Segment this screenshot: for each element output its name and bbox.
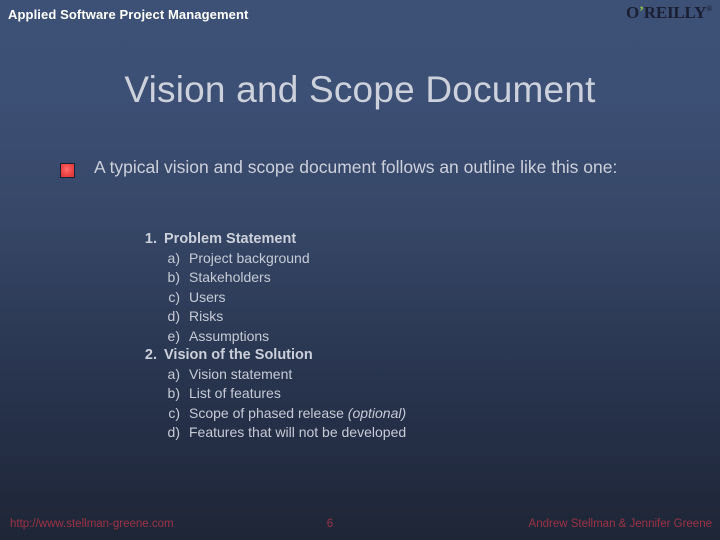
- book-title: Applied Software Project Management: [8, 7, 249, 22]
- outline-subitem-label: Risks: [189, 308, 224, 325]
- oreilly-logo: O’REILLY®: [626, 3, 712, 23]
- outline-subitem-text: Scope of phased release: [189, 404, 348, 421]
- outline-subitem: c) Scope of phased release (optional): [0, 405, 720, 424]
- outline-subitem: a) Vision statement: [0, 366, 720, 385]
- oreilly-logo-rest: REILLY: [643, 3, 707, 22]
- outline-section-number: 2.: [144, 346, 157, 363]
- slide-canvas: Applied Software Project Management O’RE…: [0, 0, 720, 540]
- outline-subitem-label: Features that will not be developed: [189, 424, 407, 441]
- outline-subitem-marker: c): [168, 288, 180, 305]
- outline-subitem: b) Stakeholders: [0, 269, 720, 288]
- outline-subitem: b) List of features: [0, 385, 720, 404]
- outline-subitem-label: Vision statement: [189, 365, 293, 382]
- outline-subitem-marker: d): [167, 424, 180, 441]
- outline-subitem-marker: b): [167, 385, 180, 402]
- page-title: Vision and Scope Document: [124, 69, 596, 110]
- square-bullet-icon: [60, 163, 75, 178]
- footer-authors: Andrew Stellman & Jennifer Greene: [528, 518, 712, 530]
- outline-subitem-marker: d): [167, 308, 180, 325]
- oreilly-logo-o: O: [625, 3, 639, 22]
- outline-subitem-marker: a): [167, 365, 180, 382]
- outline-section: 1. Problem Statement: [0, 231, 720, 250]
- outline-list: 1. Problem Statement a) Project backgrou…: [0, 231, 720, 444]
- outline-subitem-label: Project background: [189, 250, 310, 266]
- outline-subitem: a) Project background: [0, 250, 720, 269]
- outline-subitem-label: List of features: [189, 385, 281, 402]
- outline-subitem-marker: c): [168, 404, 180, 421]
- outline-section-label: Problem Statement: [164, 231, 297, 247]
- outline-section-label: Vision of the Solution: [164, 346, 313, 363]
- bullet-item-label: A typical vision and scope document foll…: [94, 157, 618, 177]
- outline-subitem-label: Stakeholders: [189, 269, 271, 286]
- outline-subitem-marker: a): [167, 250, 180, 266]
- outline-subitem-label: Scope of phased release (optional): [189, 405, 406, 421]
- outline-subitem-label: Users: [189, 288, 226, 305]
- slide-header: Applied Software Project Management O’RE…: [0, 0, 720, 34]
- outline-section-number: 1.: [144, 231, 157, 247]
- slide-footer: http://www.stellman-greene.com 6 Andrew …: [0, 504, 720, 540]
- bullet-item: A typical vision and scope document foll…: [0, 155, 720, 180]
- outline-subitem: d) Risks: [0, 308, 720, 327]
- outline-subitem-marker: e): [167, 327, 180, 344]
- outline-subitem: c) Users: [0, 289, 720, 308]
- outline-subitem-optional-note: (optional): [347, 404, 407, 421]
- registered-trademark-icon: ®: [706, 4, 712, 13]
- outline-subitem: e) Assumptions: [0, 328, 720, 347]
- outline-section: 2. Vision of the Solution: [0, 347, 720, 366]
- outline-subitem: d) Features that will not be developed: [0, 424, 720, 443]
- outline-subitem-label: Assumptions: [189, 327, 270, 344]
- slide-body: A typical vision and scope document foll…: [0, 155, 720, 180]
- outline-subitem-marker: b): [167, 269, 180, 286]
